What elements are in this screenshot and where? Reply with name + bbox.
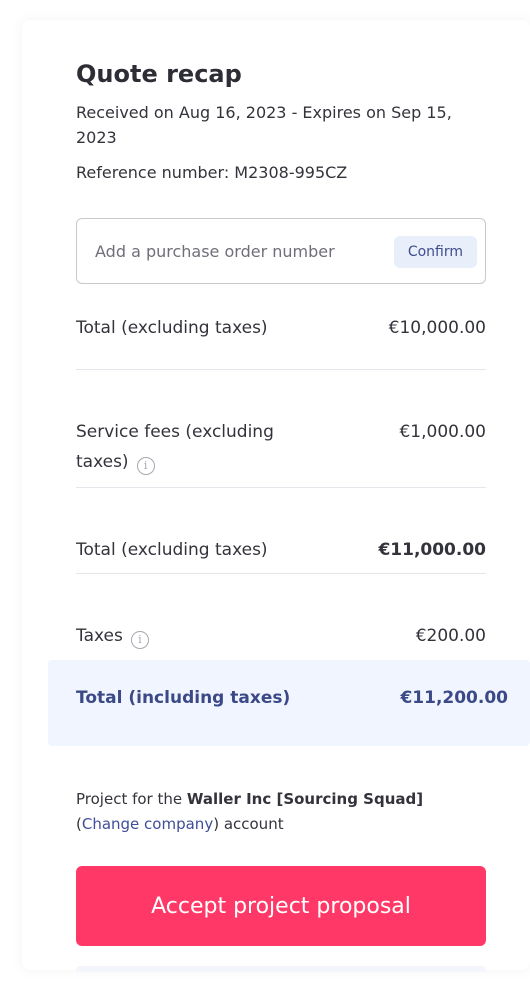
divider <box>76 573 486 574</box>
purchase-order-input[interactable] <box>95 219 375 283</box>
summary-row-value: €200.00 <box>415 626 486 646</box>
summary-row-value: €10,000.00 <box>388 318 486 338</box>
page-title: Quote recap <box>76 60 242 88</box>
summary-row-label-wrap: Service fees (excluding taxes) i <box>76 417 326 477</box>
summary-row-label: Total (excluding taxes) <box>76 540 268 560</box>
accept-proposal-button[interactable]: Accept project proposal <box>76 866 486 946</box>
info-icon[interactable]: i <box>130 631 149 649</box>
info-icon[interactable]: i <box>136 457 155 475</box>
confirm-button[interactable]: Confirm <box>393 236 477 268</box>
project-suffix: ) account <box>213 815 284 833</box>
summary-row-label: Service fees (excluding taxes) <box>76 422 274 472</box>
summary-row-label: Taxes <box>76 626 123 646</box>
divider <box>76 369 486 370</box>
change-company-link[interactable]: Change company <box>82 815 213 833</box>
summary-row-label-wrap: Taxes i <box>76 621 149 651</box>
summary-row-value: €1,000.00 <box>399 422 486 442</box>
received-expires-text: Received on Aug 16, 2023 - Expires on Se… <box>76 103 452 147</box>
divider <box>76 487 486 488</box>
grand-total-label: Total (including taxes) <box>76 688 291 708</box>
summary-row-value: €11,000.00 <box>378 540 486 560</box>
reference-number: Reference number: M2308-995CZ <box>76 163 348 182</box>
project-prefix: Project for the <box>76 790 187 808</box>
project-account-text: Project for the Waller Inc [Sourcing Squ… <box>76 787 486 837</box>
summary-row-label: Total (excluding taxes) <box>76 318 268 338</box>
purchase-order-field: Confirm <box>76 218 486 284</box>
grand-total-row: Total (including taxes) €11,200.00 <box>48 660 530 746</box>
company-name: Waller Inc [Sourcing Squad] <box>186 790 424 808</box>
grand-total-value: €11,200.00 <box>400 688 508 708</box>
quote-recap-card: Quote recap Received on Aug 16, 2023 - E… <box>22 20 530 972</box>
next-section-peek <box>76 966 486 972</box>
